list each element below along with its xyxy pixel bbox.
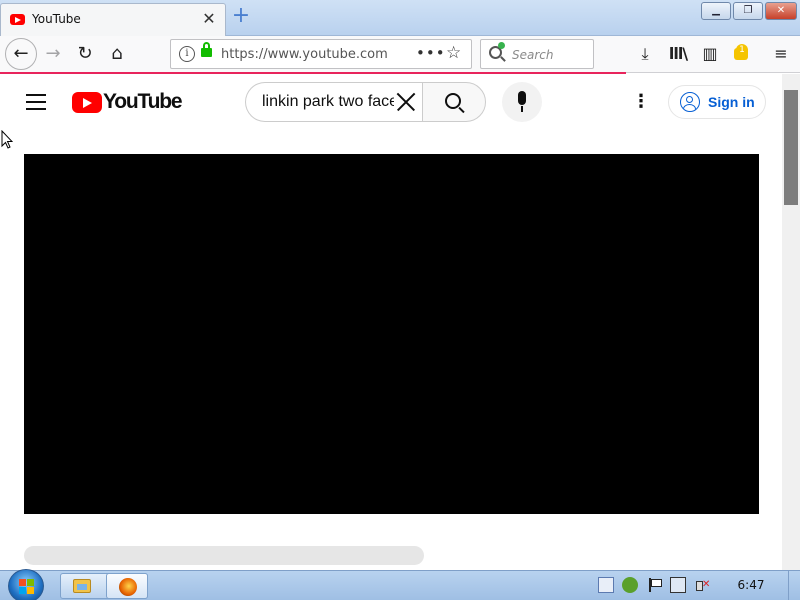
sign-in-label: Sign in — [708, 94, 755, 110]
bookmark-star-icon[interactable]: ☆ — [446, 43, 461, 63]
scrollbar-thumb[interactable] — [784, 90, 798, 205]
reload-button[interactable]: ↻ — [70, 39, 100, 69]
network-icon[interactable] — [670, 577, 686, 593]
youtube-wordmark[interactable]: YouTube — [103, 90, 183, 114]
maximize-button[interactable]: ❐ — [733, 2, 763, 20]
home-button[interactable]: ⌂ — [102, 39, 132, 69]
url-bar[interactable]: i https://www.youtube.com ••• ☆ — [170, 39, 472, 69]
account-circle-icon — [680, 92, 700, 112]
firefox-icon — [119, 578, 137, 596]
url-text[interactable]: https://www.youtube.com — [221, 47, 388, 62]
show-desktop-button[interactable] — [788, 571, 800, 600]
youtube-header: YouTube linkin park two faces ⋮ Sign in — [0, 74, 782, 132]
youtube-favicon-icon — [10, 14, 25, 25]
forward-button[interactable]: → — [38, 39, 68, 69]
library-button[interactable]: lll\ — [663, 39, 693, 69]
minimize-button[interactable]: ▁ — [701, 2, 731, 20]
volume-muted-icon[interactable] — [694, 577, 710, 593]
flag-icon[interactable] — [646, 577, 662, 593]
shield-icon[interactable] — [622, 577, 638, 593]
close-window-button[interactable]: ✕ — [765, 2, 797, 20]
site-info-icon[interactable]: i — [179, 46, 195, 62]
youtube-search-query[interactable]: linkin park two faces — [262, 93, 394, 111]
sign-in-button[interactable]: Sign in — [668, 85, 766, 119]
guide-menu-icon[interactable] — [26, 94, 46, 110]
sidebar-button[interactable]: ▥ — [695, 39, 725, 69]
search-engine-add-icon — [498, 42, 505, 49]
title-placeholder — [24, 546, 424, 565]
browser-search-placeholder: Search — [512, 48, 554, 62]
taskbar-clock[interactable]: 6:47 — [732, 578, 770, 592]
youtube-logo-icon[interactable] — [72, 92, 102, 113]
browser-search-box[interactable]: Search — [480, 39, 594, 69]
start-button[interactable] — [8, 569, 44, 600]
downloads-button[interactable]: ⤓ — [630, 39, 660, 69]
new-tab-button[interactable]: + — [230, 5, 252, 27]
extension-badge: 1 — [736, 44, 748, 56]
settings-kebab-icon[interactable]: ⋮ — [632, 92, 650, 114]
page-scrollbar[interactable] — [782, 74, 800, 570]
youtube-search-input[interactable]: linkin park two faces — [245, 82, 423, 122]
page-actions-icon[interactable]: ••• — [416, 44, 446, 62]
menu-button[interactable]: ≡ — [766, 39, 796, 69]
explorer-icon — [73, 579, 91, 593]
lock-icon — [201, 42, 212, 57]
tab-close-icon[interactable]: ✕ — [199, 9, 219, 29]
tab-title: YouTube — [32, 12, 81, 26]
search-icon — [445, 93, 461, 109]
taskbar-firefox-button[interactable] — [106, 573, 148, 599]
document-icon[interactable] — [598, 577, 614, 593]
youtube-search-button[interactable] — [422, 82, 486, 122]
back-button[interactable]: ← — [5, 38, 37, 70]
taskbar: 6:47 — [0, 569, 800, 600]
voice-search-icon[interactable] — [502, 82, 542, 122]
video-player[interactable] — [24, 154, 759, 514]
clear-search-icon[interactable] — [393, 89, 419, 115]
tab-youtube[interactable]: YouTube ✕ — [0, 3, 226, 36]
nav-toolbar: ← → ↻ ⌂ i https://www.youtube.com ••• ☆ … — [0, 36, 800, 73]
tab-strip: YouTube ✕ + ▁ ❐ ✕ — [0, 0, 800, 36]
mouse-cursor-icon — [1, 130, 13, 149]
